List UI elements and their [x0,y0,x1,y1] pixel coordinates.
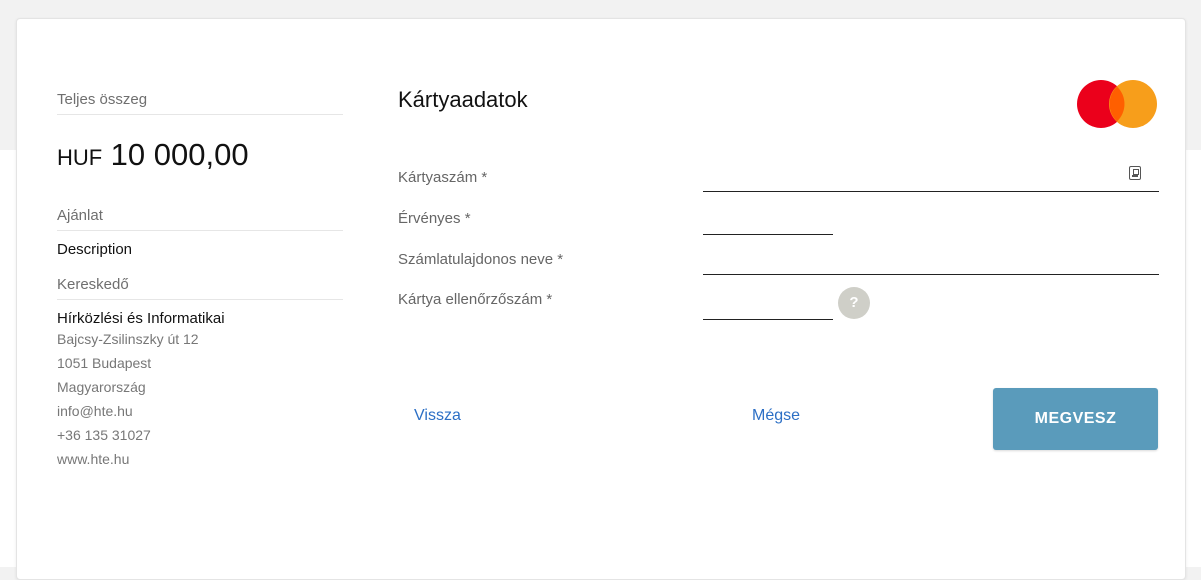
merchant-street: Bajcsy-Zsilinszky út 12 [57,331,199,347]
merchant-phone: +36 135 31027 [57,427,151,443]
currency-code: HUF [57,145,103,170]
cvc-input[interactable] [703,295,833,320]
merchant-address: Bajcsy-Zsilinszky út 12 1051 Budapest Ma… [57,327,343,471]
payment-card: Teljes összeg HUF 10 000,00 Ajánlat Desc… [16,18,1186,580]
amount-value: 10 000,00 [110,137,249,172]
expiry-input[interactable] [703,210,833,235]
card-scan-icon[interactable] [1129,166,1141,180]
card-number-label: Kártyaszám * [398,169,488,186]
mastercard-logo-icon [1077,80,1157,128]
order-summary: Teljes összeg HUF 10 000,00 Ajánlat Desc… [57,91,343,471]
merchant-country: Magyarország [57,379,146,395]
cardholder-name-input[interactable] [703,250,1159,275]
offer-value: Description [57,241,133,258]
offer-label: Ajánlat [57,207,343,231]
cancel-button[interactable]: Mégse [752,407,800,425]
form-title: Kártyaadatok [398,87,528,112]
merchant-website: www.hte.hu [57,451,130,467]
total-label: Teljes összeg [57,91,343,115]
buy-button[interactable]: MEGVESZ [993,388,1158,450]
merchant-label: Kereskedő [57,276,343,300]
merchant-email: info@hte.hu [57,403,133,419]
question-mark-icon[interactable]: ? [838,287,870,319]
expiry-label: Érvényes * [398,210,471,227]
merchant-city: 1051 Budapest [57,355,152,371]
cardholder-name-label: Számlatulajdonos neve * [398,251,564,268]
merchant-name: Hírközlési és Informatikai [57,310,225,327]
cvc-label: Kártya ellenőrzőszám * [398,291,553,308]
back-button[interactable]: Vissza [414,407,461,425]
total-amount: HUF 10 000,00 [57,137,343,173]
card-number-input[interactable] [703,167,1159,192]
